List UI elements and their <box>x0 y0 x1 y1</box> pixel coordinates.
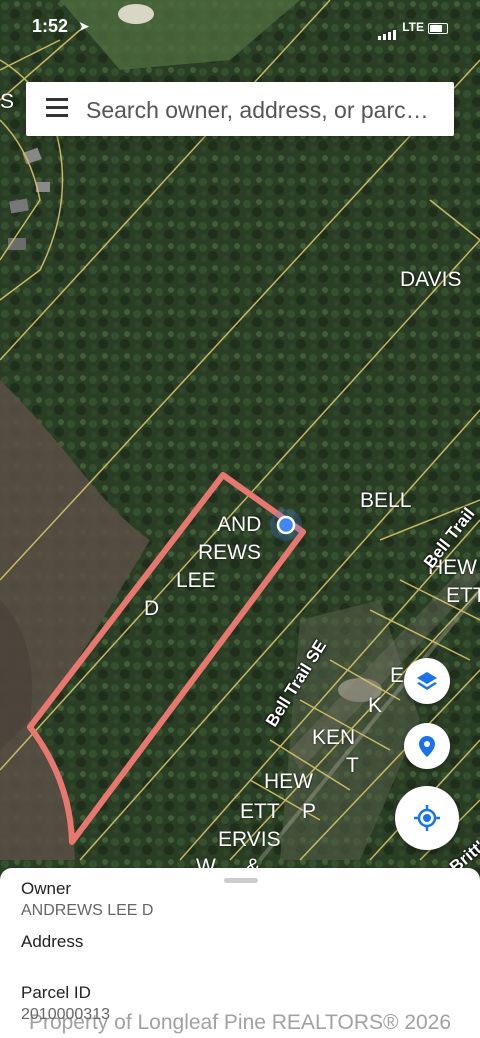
map-label-bell: BELL <box>360 489 412 512</box>
map-label-s: S <box>0 90 15 113</box>
map-label-andrews-1: AND <box>217 513 262 536</box>
map-label-kent-1: KEN <box>312 726 356 749</box>
map-label-p: P <box>302 800 317 823</box>
my-location-button[interactable] <box>395 786 459 850</box>
watermark: Property of Longleaf Pine REALTORS® 2026 <box>28 1011 452 1034</box>
map-label-davis: DAVIS <box>400 268 462 291</box>
current-location-dot <box>276 515 296 535</box>
status-bar: 1:52 ➤ LTE <box>0 14 480 44</box>
map-label-e: E <box>390 664 405 687</box>
layers-button[interactable] <box>404 658 450 704</box>
owner-value: ANDREWS LEE D <box>21 902 154 919</box>
status-time: 1:52 <box>32 16 69 36</box>
map-label-hewett-1: HEW <box>264 770 313 793</box>
menu-icon[interactable] <box>46 98 68 120</box>
owner-label: Owner <box>21 879 72 898</box>
map-label-andrews-2: REWS <box>198 541 261 564</box>
my-location-icon <box>414 805 440 831</box>
battery-icon <box>428 23 448 34</box>
map-label-d: D <box>144 597 160 620</box>
parcel-id-label: Parcel ID <box>21 983 91 1002</box>
location-pin-icon <box>419 736 435 757</box>
network-type: LTE <box>402 20 424 34</box>
address-label: Address <box>21 932 84 951</box>
location-pin-button[interactable] <box>404 723 450 769</box>
search-bar[interactable]: Search owner, address, or parc… <box>26 82 454 136</box>
location-arrow-icon: ➤ <box>78 18 90 34</box>
map-label-k: K <box>368 694 383 717</box>
map-label-kent-2: T <box>346 754 359 777</box>
map-label-hew-2: ETT <box>446 584 480 607</box>
map-label-lee: LEE <box>176 569 216 592</box>
map-label-ervis: ERVIS <box>218 828 281 851</box>
layers-icon <box>417 672 437 690</box>
map-label-hewett-2: ETT <box>240 800 280 823</box>
search-input[interactable]: Search owner, address, or parc… <box>86 97 442 124</box>
signal-icon <box>378 22 398 40</box>
sheet-drag-handle[interactable] <box>224 878 258 883</box>
